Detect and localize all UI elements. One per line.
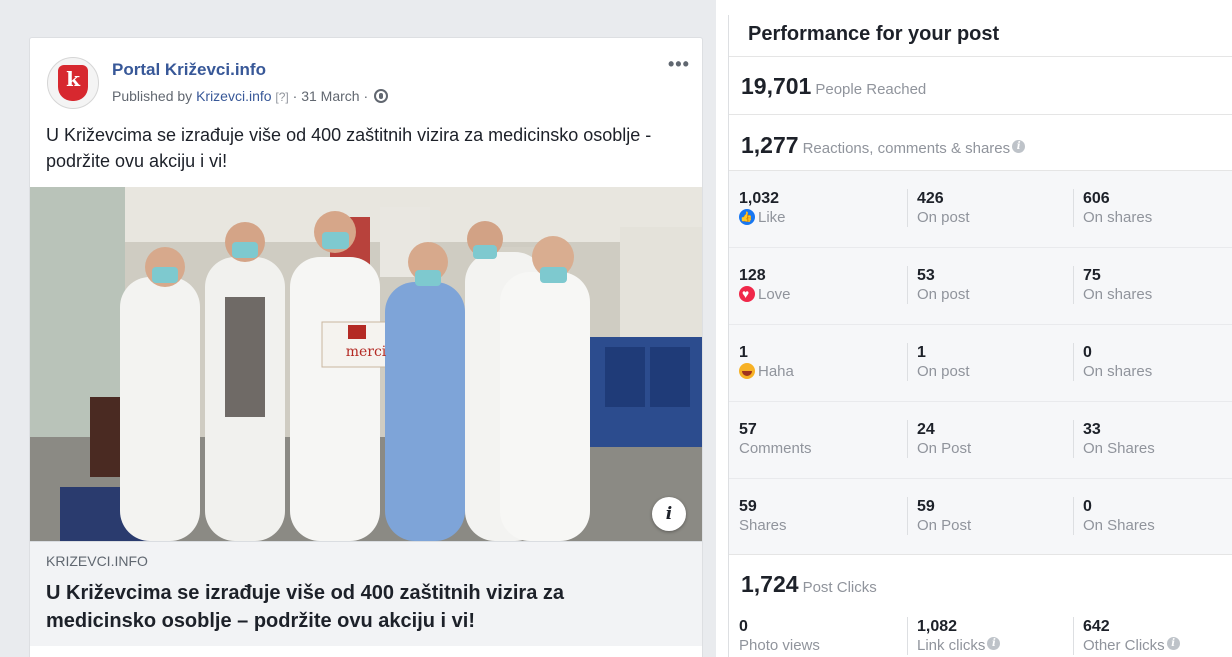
shares-label: Shares (739, 517, 787, 534)
shares-on-shares: 0 (1083, 498, 1092, 515)
link-clicks-label: Link clicks (917, 637, 986, 654)
link-clicks-number: 1,082 (917, 618, 958, 635)
photo-views-number: 0 (739, 618, 748, 635)
link-clicks-info-icon[interactable]: i (987, 637, 1001, 650)
shares-on-shares-label: On Shares (1083, 517, 1155, 534)
link-preview[interactable]: KRIZEVCI.INFO U Križevcima se izrađuje v… (30, 541, 702, 646)
haha-on-post-label: On post (917, 363, 970, 380)
post-clicks-label: Post Clicks (802, 579, 877, 596)
published-by-help[interactable]: [?] (275, 90, 288, 104)
haha-label: Haha (758, 363, 794, 380)
like-on-post: 426 (917, 190, 944, 207)
other-clicks-label: Other Clicks (1083, 637, 1165, 654)
like-total: 1,032 (739, 190, 780, 207)
performance-panel: Performance for your post 19,701 People R… (728, 15, 1232, 657)
published-by-prefix: Published by (112, 88, 193, 104)
performance-title: Performance for your post (748, 23, 1000, 45)
other-clicks-number: 642 (1083, 618, 1110, 635)
link-title[interactable]: U Križevcima se izrađuje više od 400 zaš… (46, 579, 666, 635)
people-reached-row: 19,701 People Reached (729, 57, 1232, 115)
love-on-post: 53 (917, 267, 935, 284)
page-avatar[interactable]: k (47, 57, 99, 109)
comments-total: 57 (739, 421, 757, 438)
link-domain: KRIZEVCI.INFO (46, 553, 148, 569)
post-card: k Portal Križevci.info Published by Kriz… (29, 37, 703, 657)
shares-on-post-label: On Post (917, 517, 972, 534)
haha-on-shares: 0 (1083, 344, 1092, 361)
haha-row: 1 Haha 1 On post 0 On shares (729, 325, 1232, 402)
reactions-breakdown: 1,032 Like 426 On post 606 On shares 128 Lov… (729, 171, 1232, 555)
page-name-link[interactable]: Portal Križevci.info (112, 60, 266, 80)
post-clicks-row: 1,724 Post Clicks 0 Photo views 1,082 Link … (729, 555, 1232, 657)
like-row: 1,032 Like 426 On post 606 On shares (729, 171, 1232, 248)
comments-on-post-label: On Post (917, 440, 972, 457)
people-reached-label: People Reached (815, 81, 927, 98)
people-reached-number: 19,701 (741, 73, 812, 99)
post-photo[interactable]: merci i (30, 187, 702, 541)
post-date[interactable]: · 31 March · (289, 88, 372, 104)
page-logo: k (58, 65, 88, 101)
post-clicks-number: 1,724 (741, 571, 799, 597)
love-icon (739, 285, 755, 304)
love-row: 128 Love 53 On post 75 On shares (729, 248, 1232, 325)
shares-row: 59 Shares 59 On Post 0 On Shares (729, 479, 1232, 556)
like-on-shares: 606 (1083, 190, 1110, 207)
globe-icon (374, 89, 389, 103)
other-clicks-info-icon[interactable]: i (1166, 637, 1180, 650)
shares-on-post: 59 (917, 498, 935, 515)
merci-box-label: merci (346, 344, 387, 360)
engagement-label: Reactions, comments & shares (802, 140, 1011, 157)
love-on-post-label: On post (917, 286, 970, 303)
comments-on-post: 24 (917, 421, 935, 438)
haha-total: 1 (739, 344, 748, 361)
post-text: U Križevcima se izrađuje više od 400 zaš… (46, 125, 652, 171)
info-icon[interactable]: i (652, 497, 686, 531)
like-icon (739, 208, 755, 227)
comments-on-shares-label: On Shares (1083, 440, 1155, 457)
engagement-info-icon[interactable]: i (1012, 140, 1026, 153)
photo-views-label: Photo views (739, 637, 820, 654)
comments-label: Comments (739, 440, 812, 457)
photo-illustration: merci (30, 187, 702, 541)
love-label: Love (758, 286, 791, 303)
like-on-post-label: On post (917, 209, 970, 226)
post-byline: Published by Krizevci.info [?] · 31 Marc… (112, 88, 389, 104)
haha-icon (739, 363, 755, 379)
engagement-number: 1,277 (741, 132, 799, 158)
comments-row: 57 Comments 24 On Post 33 On Shares (729, 402, 1232, 479)
love-on-shares: 75 (1083, 267, 1101, 284)
shares-total: 59 (739, 498, 757, 515)
haha-on-post: 1 (917, 344, 926, 361)
love-total: 128 (739, 267, 766, 284)
like-on-shares-label: On shares (1083, 209, 1153, 226)
haha-on-shares-label: On shares (1083, 363, 1153, 380)
more-options-icon[interactable]: ••• (668, 54, 690, 75)
like-label: Like (758, 209, 786, 226)
performance-header: Performance for your post (729, 15, 1232, 57)
engagement-row: 1,277 Reactions, comments & shares i (729, 115, 1232, 171)
published-by-link[interactable]: Krizevci.info (196, 88, 271, 104)
love-on-shares-label: On shares (1083, 286, 1153, 303)
comments-on-shares: 33 (1083, 421, 1101, 438)
